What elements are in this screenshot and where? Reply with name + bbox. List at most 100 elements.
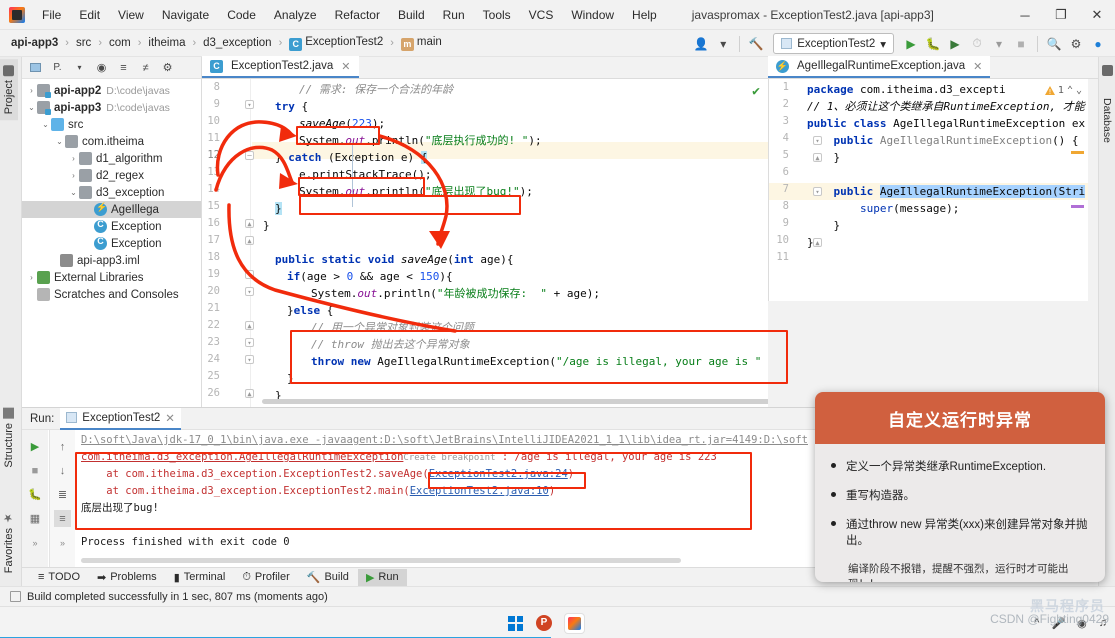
run-tab-exceptiontest2[interactable]: ExceptionTest2 ✕ — [60, 407, 181, 430]
collapse-all-icon[interactable]: ≠ — [136, 59, 155, 77]
breadcrumb-item-module[interactable]: api-app3 — [9, 36, 60, 50]
stop-icon[interactable]: ■ — [27, 462, 44, 479]
gear-icon[interactable]: ⚙ — [1065, 33, 1087, 55]
sidebar-item-project[interactable]: Project — [0, 59, 18, 121]
chevron-up-icon[interactable]: ⌃ — [1067, 85, 1073, 96]
minimize-button[interactable]: ─ — [1007, 0, 1043, 30]
updates-icon[interactable]: ● — [1087, 33, 1109, 55]
bottom-tab-terminal[interactable]: ▮ Terminal — [166, 569, 234, 586]
menu-run[interactable]: Run — [434, 3, 474, 27]
close-icon[interactable]: ✕ — [341, 60, 350, 73]
menu-tools[interactable]: Tools — [474, 3, 520, 27]
breadcrumb-item-class[interactable]: C ExceptionTest2 — [287, 35, 385, 52]
fold-marker[interactable]: ─ — [245, 151, 254, 160]
powerpoint-icon[interactable]: P — [536, 615, 552, 631]
chevron-down-icon[interactable]: ⌄ — [54, 137, 65, 146]
horizontal-scrollbar[interactable] — [262, 399, 768, 404]
sidebar-item-favorites[interactable]: Favorites ★ — [0, 507, 18, 579]
code-editor-right[interactable]: 1 2 3 4 5 6 7 8 9 10 11 ▾ ▲ ▾ ▲ package … — [768, 79, 1088, 301]
menu-edit[interactable]: Edit — [70, 3, 109, 27]
layout-icon[interactable]: ▦ — [27, 510, 44, 527]
scroll-up-icon[interactable]: ↑ — [54, 438, 71, 455]
chevron-right-icon[interactable]: › — [26, 86, 37, 95]
breadcrumb-item-com[interactable]: com — [107, 36, 133, 50]
scroll-down-icon[interactable]: ↓ — [54, 462, 71, 479]
gear-icon[interactable]: ⚙ — [158, 59, 177, 77]
chevron-down-icon[interactable]: ▾ — [712, 33, 734, 55]
create-breakpoint-hint[interactable]: Create breakpoint — [403, 453, 495, 463]
project-view-selector[interactable] — [26, 59, 45, 77]
tree-item-iml[interactable]: api-app3.iml — [22, 252, 201, 269]
tree-item-d1-algorithm[interactable]: › d1_algorithm — [22, 150, 201, 167]
maximize-button[interactable]: ❐ — [1043, 0, 1079, 30]
windows-start-icon[interactable] — [508, 615, 523, 631]
close-icon[interactable]: ✕ — [973, 60, 982, 73]
rerun-icon[interactable]: ▶ — [27, 438, 44, 455]
breadcrumb-item-src[interactable]: src — [74, 36, 93, 50]
expand-all-icon[interactable]: ≡ — [114, 59, 133, 77]
fold-marker[interactable]: ▾ — [245, 270, 254, 279]
print-icon[interactable]: ≡ — [54, 510, 71, 527]
editor-tab-ageillegal[interactable]: ⚡ AgeIllegalRuntimeException.java ✕ — [768, 56, 991, 78]
profiler-icon[interactable]: ⏱ — [966, 33, 988, 55]
chevron-down-icon[interactable]: ⌄ — [26, 103, 37, 112]
chevron-right-icon[interactable]: › — [26, 273, 37, 282]
tree-item-exception-2[interactable]: Exception — [22, 235, 201, 252]
fold-marker[interactable]: ▾ — [245, 338, 254, 347]
debug-icon[interactable]: 🐛 — [922, 33, 944, 55]
tree-item-ageillegal[interactable]: AgeIllega — [22, 201, 201, 218]
close-icon[interactable]: ✕ — [165, 411, 175, 425]
close-button[interactable]: ✕ — [1079, 0, 1115, 30]
menu-file[interactable]: File — [33, 3, 70, 27]
tree-item-d2-regex[interactable]: › d2_regex — [22, 167, 201, 184]
chevron-down-icon[interactable]: ⌄ — [68, 188, 79, 197]
fold-marker[interactable]: ▲ — [245, 321, 254, 330]
fold-marker[interactable]: ▲ — [245, 219, 254, 228]
chevron-down-icon[interactable]: ⌄ — [40, 120, 51, 129]
menu-bar[interactable]: File Edit View Navigate Code Analyze Ref… — [33, 3, 666, 27]
fold-marker[interactable]: ▲ — [813, 238, 822, 247]
bottom-tab-run[interactable]: ▶ Run — [357, 568, 407, 586]
bottom-tab-profiler[interactable]: ⏱ Profiler — [234, 569, 297, 586]
tree-item-scratches[interactable]: Scratches and Consoles — [22, 286, 201, 303]
soft-wrap-icon[interactable]: ≣ — [54, 486, 71, 503]
search-icon[interactable]: 🔍 — [1043, 33, 1065, 55]
menu-analyze[interactable]: Analyze — [265, 3, 326, 27]
fold-marker[interactable]: ▲ — [245, 389, 254, 398]
menu-view[interactable]: View — [109, 3, 153, 27]
fold-marker[interactable]: ▲ — [245, 236, 254, 245]
bottom-tab-todo[interactable]: ≡ TODO — [30, 569, 88, 585]
menu-vcs[interactable]: VCS — [520, 3, 563, 27]
run-icon[interactable]: ▶ — [900, 33, 922, 55]
tree-item-d3-exception[interactable]: ⌄ d3_exception — [22, 184, 201, 201]
fold-marker[interactable]: ▾ — [245, 355, 254, 364]
chevron-down-icon[interactable]: ▾ — [70, 59, 89, 77]
menu-navigate[interactable]: Navigate — [153, 3, 218, 27]
locate-icon[interactable]: ◉ — [92, 59, 111, 77]
menu-help[interactable]: Help — [623, 3, 666, 27]
menu-refactor[interactable]: Refactor — [326, 3, 389, 27]
chevron-down-icon[interactable]: ⌄ — [1076, 85, 1082, 96]
sidebar-item-database[interactable]: Database — [1101, 98, 1113, 143]
tree-item-exception-1[interactable]: Exception — [22, 218, 201, 235]
chevron-down-icon[interactable]: ▾ — [988, 33, 1010, 55]
expand-icon[interactable]: » — [54, 534, 71, 551]
tree-item-api-app2[interactable]: › api-app2 D:\code\javas — [22, 82, 201, 99]
run-configuration-selector[interactable]: ExceptionTest2 ▾ — [773, 33, 894, 54]
stack-frame-link[interactable]: ExceptionTest2.java:10 — [410, 485, 549, 497]
menu-build[interactable]: Build — [389, 3, 434, 27]
rerun-failed-icon[interactable]: 🐛 — [27, 486, 44, 503]
chevron-right-icon[interactable]: › — [68, 171, 79, 180]
sidebar-item-structure[interactable]: Structure — [0, 402, 18, 474]
tree-item-com-itheima[interactable]: ⌄ com.itheima — [22, 133, 201, 150]
expand-icon[interactable]: » — [27, 534, 44, 551]
code-editor-left[interactable]: 8 9 10 11 12 13 14 15 16 17 18 19 20 21 … — [202, 79, 768, 407]
chevron-right-icon[interactable]: › — [68, 154, 79, 163]
bottom-tab-problems[interactable]: ➡ Problems — [89, 569, 165, 586]
project-view-label[interactable]: P. — [48, 59, 67, 77]
build-hammer-icon[interactable]: 🔨 — [745, 33, 767, 55]
code-folding-column[interactable]: ▾ ─ ▲ ▲ ▾ ▾ ▲ ▾ ▾ ▲ — [245, 79, 257, 407]
project-tree[interactable]: › api-app2 D:\code\javas ⌄ api-app3 D:\c… — [22, 79, 201, 303]
fold-marker[interactable]: ▾ — [245, 287, 254, 296]
stop-icon[interactable]: ■ — [1010, 33, 1032, 55]
